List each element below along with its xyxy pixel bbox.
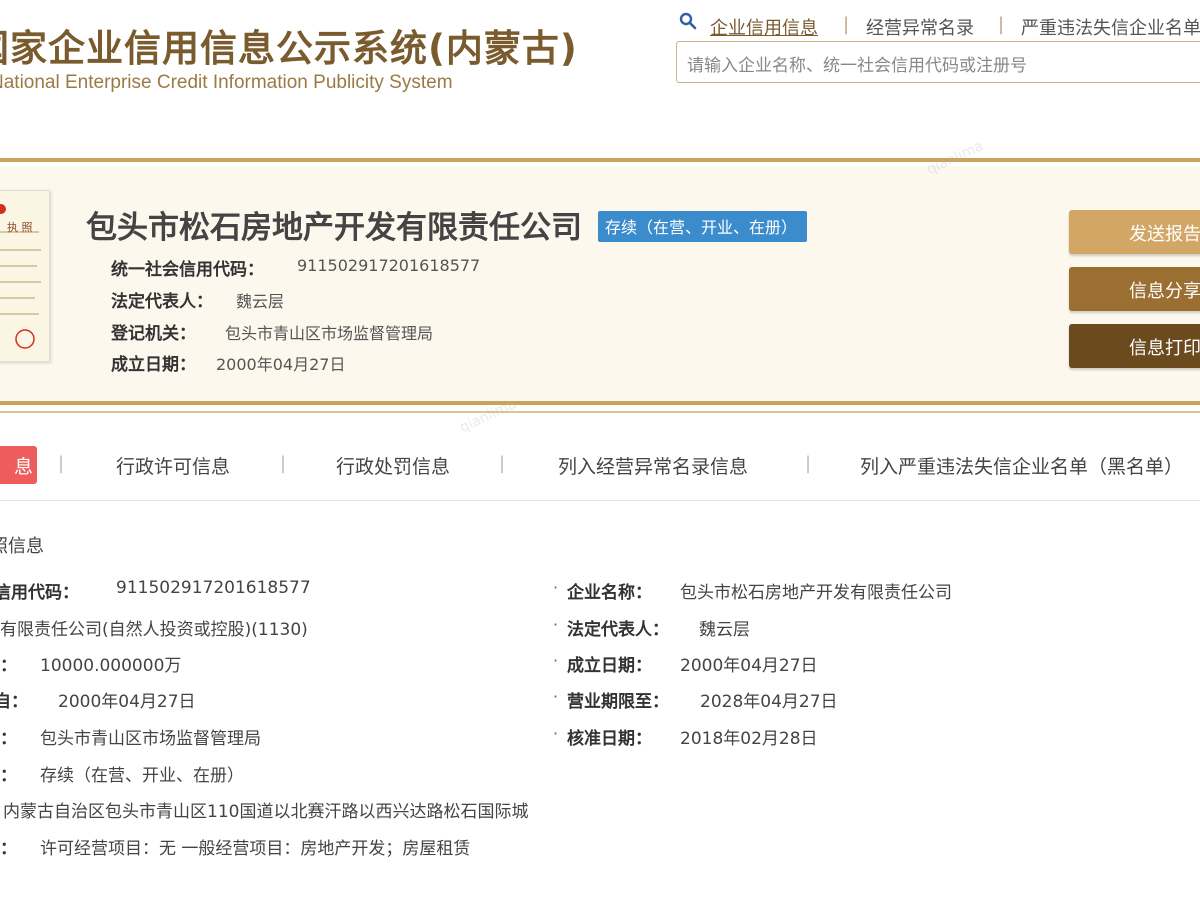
tab-blacklist[interactable]: 列入严重违法失信企业名单（黑名单） <box>860 452 1183 479</box>
detail-value: 包头市松石房地产开发有限责任公司 <box>680 583 952 603</box>
detail-label: ： <box>0 839 17 859</box>
detail-value: 2028年04月27日 <box>700 692 838 712</box>
nav-separator: | <box>998 14 1005 35</box>
share-info-button[interactable]: 信息分享 <box>1069 267 1200 311</box>
tab-abnormal-operation[interactable]: 列入经营异常名录信息 <box>558 452 748 479</box>
send-report-button[interactable]: 发送报告 <box>1069 210 1200 254</box>
established-date-value: 2000年04月27日 <box>216 355 346 374</box>
tab-business-license-info[interactable]: 息 <box>0 446 37 484</box>
site-subtitle: National Enterprise Credit Information P… <box>0 72 453 93</box>
legal-rep-label: 法定代表人： <box>111 292 213 312</box>
print-info-button[interactable]: 信息打印 <box>1069 324 1200 368</box>
panel-divider-thin <box>0 411 1200 413</box>
registration-authority-label: 登记机关： <box>111 324 196 344</box>
panel-divider <box>0 401 1200 405</box>
nav-link-credit-info[interactable]: 企业信用信息 <box>710 14 818 40</box>
detail-label: ： <box>0 766 17 786</box>
legal-rep-value: 魏云层 <box>236 292 285 311</box>
detail-value: 内蒙古自治区包头市青山区110国道以北赛汗路以西兴达路松石国际城 <box>3 802 529 822</box>
tab-separator: | <box>805 453 812 474</box>
section-title: 照信息 <box>0 536 44 557</box>
detail-label: ： <box>0 656 17 676</box>
detail-value: 包头市青山区市场监督管理局 <box>40 729 261 749</box>
detail-value: 2000年04月27日 <box>58 692 196 712</box>
search-input[interactable]: 请输入企业名称、统一社会信用代码或注册号 <box>676 41 1200 83</box>
detail-label: 自： <box>0 692 28 712</box>
credit-code-value: 911502917201618577 <box>297 256 481 275</box>
business-license-thumbnail[interactable]: 执 照 <box>0 190 50 362</box>
detail-value: 2018年02月28日 <box>680 729 818 749</box>
registration-authority-value: 包头市青山区市场监督管理局 <box>225 324 434 343</box>
detail-value: 许可经营项目：无 一般经营项目：房地产开发；房屋租赁 <box>40 839 471 859</box>
detail-value: 2000年04月27日 <box>680 656 818 676</box>
nav-link-abnormal-list[interactable]: 经营异常名录 <box>866 14 974 40</box>
detail-value: 有限责任公司(自然人投资或控股)(1130) <box>0 620 308 640</box>
detail-value: 911502917201618577 <box>116 578 311 598</box>
detail-label: 核准日期： <box>567 729 652 749</box>
tab-separator: | <box>499 453 506 474</box>
header-divider <box>0 158 1200 162</box>
detail-label: 企业名称： <box>567 583 652 603</box>
bullet: · <box>553 724 559 743</box>
tab-separator: | <box>280 453 287 474</box>
tab-separator: | <box>58 453 65 474</box>
tab-admin-license[interactable]: 行政许可信息 <box>116 452 230 479</box>
license-thumb-label: 执 照 <box>7 221 33 234</box>
company-name: 包头市松石房地产开发有限责任公司 <box>86 210 582 246</box>
detail-label: 营业期限至： <box>567 692 669 712</box>
nav-separator: | <box>843 14 850 35</box>
bullet: · <box>553 687 559 706</box>
bullet: · <box>553 615 559 634</box>
detail-label: 信用代码： <box>0 583 79 603</box>
tab-underline <box>0 500 1200 501</box>
detail-value: 魏云层 <box>699 620 750 640</box>
tab-admin-penalty[interactable]: 行政处罚信息 <box>336 452 450 479</box>
established-date-label: 成立日期： <box>111 355 196 375</box>
license-image-icon <box>0 204 41 349</box>
credit-code-label: 统一社会信用代码： <box>111 260 264 280</box>
detail-label: 成立日期： <box>567 656 652 676</box>
detail-label: ： <box>0 729 17 749</box>
detail-value: 10000.000000万 <box>40 656 182 676</box>
detail-value: 存续（在营、开业、在册） <box>40 766 244 786</box>
detail-label: 法定代表人： <box>567 620 669 640</box>
search-icon[interactable] <box>678 11 698 31</box>
status-badge: 存续（在营、开业、在册） <box>598 211 808 242</box>
bullet: · <box>553 578 559 597</box>
nav-link-blacklist[interactable]: 严重违法失信企业名单 <box>1021 14 1200 40</box>
bullet: · <box>553 651 559 670</box>
site-title: 国家企业信用信息公示系统(内蒙古) <box>0 27 578 70</box>
